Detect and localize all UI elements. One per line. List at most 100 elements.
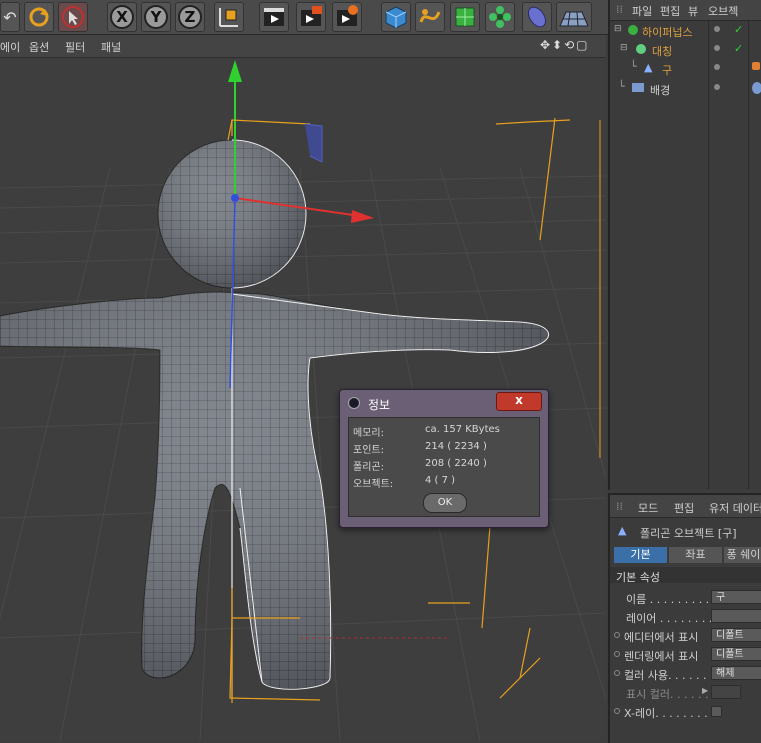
prop-label: 표시 컬러. . . . . . <box>626 688 709 701</box>
cinema4d-logo-icon <box>348 397 360 409</box>
section-header: 기본 속성 <box>610 567 761 584</box>
prop-label: X-레이. . . . . . . . . <box>624 707 715 720</box>
deformer-icon[interactable] <box>522 2 552 32</box>
visibility-dot[interactable] <box>714 45 720 51</box>
object-manager-menu: ⁞⁞ 파일 편집 뷰 오브젝 <box>610 0 761 21</box>
object-manager-panel: ⁞⁞ 파일 편집 뷰 오브젝 ⊟ 하이퍼넙스 ✓ ⊟ 대칭 ✓ └ ▲ 구 └ … <box>608 0 761 490</box>
cube-icon[interactable] <box>381 2 411 32</box>
prop-label: 컬러 사용. . . . . . . <box>624 669 714 682</box>
subdivision-surface-icon[interactable] <box>450 2 480 32</box>
prop-label: 렌더링에서 표시 <box>624 650 699 663</box>
prop-name-row: 이름 . . . . . . . . . . . 구 <box>610 589 761 607</box>
editor-visibility-dropdown[interactable]: 디폴트 <box>711 628 761 642</box>
material-tag-icon[interactable] <box>752 82 761 94</box>
polygon-object-icon: ▲ <box>644 61 653 74</box>
animate-dot-icon[interactable] <box>614 670 620 676</box>
display-color-swatch[interactable] <box>711 685 741 699</box>
tree-item-background[interactable]: └ 배경 <box>610 80 761 99</box>
render-visibility-dropdown[interactable]: 디폴트 <box>711 647 761 661</box>
dialog-title: 정보 <box>368 398 391 412</box>
attribute-manager-panel: ⁞⁞ 모드 편집 유저 데이터 ▲ 폴리곤 오브젝트 [구] 기본 좌표 퐁 쉐… <box>608 493 761 743</box>
polygon-object-icon: ▲ <box>618 524 627 537</box>
visibility-dot[interactable] <box>714 84 720 90</box>
viewport-menu-bar: 에이 옵션 필터 패널 ✥⬍⟲▢ <box>0 35 606 58</box>
x-axis-label: X <box>110 5 134 29</box>
phong-tag-icon[interactable] <box>752 62 760 70</box>
background-icon <box>632 83 644 92</box>
enabled-check-icon[interactable]: ✓ <box>734 23 743 36</box>
prop-xray-row: X-레이. . . . . . . . . <box>610 703 761 721</box>
obj-menu-view[interactable]: 뷰 <box>688 3 698 19</box>
animate-dot-icon[interactable] <box>614 708 620 714</box>
tree-item-label: 하이퍼넙스 <box>642 26 693 39</box>
prop-label: 에디터에서 표시 <box>624 631 699 644</box>
panel-grip-icon[interactable]: ⁞⁞ <box>616 500 623 513</box>
floor-icon[interactable] <box>556 2 592 32</box>
collapse-icon[interactable]: ⊟ <box>614 24 622 34</box>
live-select-icon[interactable] <box>58 2 88 32</box>
tab-coordinates[interactable]: 좌표 <box>669 547 722 563</box>
attribute-object-title: 폴리곤 오브젝트 [구] <box>640 527 737 540</box>
polygons-label: 폴리곤: <box>353 462 384 473</box>
prop-display-color-row: 표시 컬러. . . . . . ▶ <box>610 684 761 702</box>
tree-item-label: 대칭 <box>652 45 673 58</box>
render-picture-viewer-icon[interactable] <box>296 2 326 32</box>
undo-icon[interactable]: ↶ <box>0 2 20 32</box>
tree-item-sphere[interactable]: └ ▲ 구 <box>610 60 761 79</box>
tab-basic[interactable]: 기본 <box>614 547 667 563</box>
attribute-menu-bar: ⁞⁞ 모드 편집 유저 데이터 <box>610 495 761 518</box>
hypernurbs-icon <box>628 25 638 35</box>
obj-menu-file[interactable]: 파일 <box>632 3 652 19</box>
collapse-icon[interactable]: ⊟ <box>620 43 628 53</box>
dialog-close-button[interactable]: x <box>496 392 542 411</box>
objects-value: 4 ( 7 ) <box>425 475 456 486</box>
viewport-menu-filter[interactable]: 필터 <box>65 39 85 55</box>
render-view-icon[interactable] <box>259 2 289 32</box>
tree-item-label: 구 <box>662 64 673 77</box>
tab-phong[interactable]: 퐁 쉐이 <box>724 547 761 563</box>
animate-dot-icon[interactable] <box>614 651 620 657</box>
attr-menu-mode[interactable]: 모드 <box>638 500 658 516</box>
use-color-dropdown[interactable]: 해제 <box>711 666 761 680</box>
prop-editor-visibility-row: 에디터에서 표시 디폴트 <box>610 627 761 645</box>
y-axis-label: Y <box>144 5 168 29</box>
viewport-menu-options[interactable]: 옵션 <box>29 39 49 55</box>
visibility-dot[interactable] <box>714 64 720 70</box>
obj-menu-edit[interactable]: 편집 <box>660 3 680 19</box>
coordinate-system-icon[interactable] <box>214 2 244 32</box>
prop-layer-row: 레이어 . . . . . . . . . <box>610 608 761 626</box>
attr-menu-edit[interactable]: 편집 <box>674 500 694 516</box>
tree-item-symmetry[interactable]: ⊟ 대칭 ✓ <box>610 41 761 60</box>
xray-checkbox[interactable] <box>711 706 722 717</box>
expand-arrow-icon[interactable]: ▶ <box>702 686 708 695</box>
tree-item-hypernurbs[interactable]: ⊟ 하이퍼넙스 ✓ <box>610 22 761 41</box>
render-settings-icon[interactable] <box>332 2 362 32</box>
obj-menu-objects[interactable]: 오브젝 <box>708 3 738 19</box>
name-field[interactable]: 구 <box>711 590 761 604</box>
section-title: 기본 속성 <box>616 571 660 584</box>
prop-label: 레이어 . . . . . . . . . <box>626 612 720 625</box>
viewport-navigation-icons[interactable]: ✥⬍⟲▢ <box>540 38 590 52</box>
x-axis-lock-icon[interactable]: X <box>107 2 137 32</box>
animate-dot-icon[interactable] <box>614 632 620 638</box>
info-dialog: 정보 x 메모리: ca. 157 KBytes 포인트: 214 ( 2234… <box>339 389 549 528</box>
polygons-value: 208 ( 2240 ) <box>425 458 487 469</box>
points-value: 214 ( 2234 ) <box>425 441 487 452</box>
panel-grip-icon[interactable]: ⁞⁞ <box>616 3 623 16</box>
layer-field[interactable] <box>711 609 761 623</box>
viewport-menu-view[interactable]: 에이 <box>0 39 20 55</box>
attr-menu-userdata[interactable]: 유저 데이터 <box>709 500 761 516</box>
spline-pen-icon[interactable] <box>415 2 445 32</box>
z-axis-lock-icon[interactable]: Z <box>175 2 205 32</box>
visibility-dot[interactable] <box>714 26 720 32</box>
enabled-check-icon[interactable]: ✓ <box>734 42 743 55</box>
memory-label: 메모리: <box>353 428 384 439</box>
prop-use-color-row: 컬러 사용. . . . . . . 해제 <box>610 665 761 683</box>
y-axis-lock-icon[interactable]: Y <box>141 2 171 32</box>
array-icon[interactable] <box>485 2 515 32</box>
redo-icon[interactable] <box>24 2 54 32</box>
prop-label: 이름 . . . . . . . . . . . <box>626 593 724 606</box>
viewport-menu-panel[interactable]: 패널 <box>101 39 121 55</box>
ok-button[interactable]: OK <box>423 493 467 513</box>
tree-item-label: 배경 <box>650 84 671 97</box>
